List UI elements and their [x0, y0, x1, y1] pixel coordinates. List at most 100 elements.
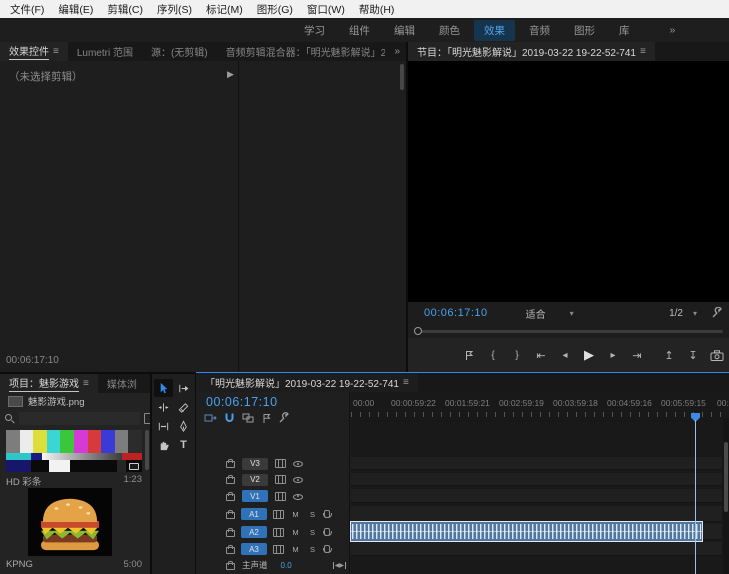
project-scrollbar[interactable]: [145, 430, 149, 470]
go-to-in-button[interactable]: ⇤: [533, 349, 549, 362]
project-item-burger-thumbnail[interactable]: [28, 488, 112, 556]
toggle-track-output-eye-icon[interactable]: [293, 475, 303, 484]
slip-tool[interactable]: [154, 417, 173, 435]
workspace-tab-audio[interactable]: 音频: [519, 20, 560, 41]
mute-track-button[interactable]: M: [290, 528, 301, 537]
mute-track-button[interactable]: M: [290, 510, 301, 519]
extract-button[interactable]: ↧: [685, 349, 701, 362]
menu-edit[interactable]: 编辑(E): [51, 1, 100, 18]
track-lock-icon[interactable]: [226, 563, 235, 570]
scrubber-track[interactable]: [414, 330, 723, 333]
track-select-forward-tool[interactable]: [174, 379, 193, 397]
effect-controls-timecode[interactable]: 00:06:17:10: [6, 355, 59, 366]
workspace-tab-color[interactable]: 颜色: [429, 20, 470, 41]
ripple-edit-tool[interactable]: [154, 398, 173, 416]
workspace-overflow-icon[interactable]: »: [660, 21, 686, 39]
menu-window[interactable]: 窗口(W): [300, 1, 352, 18]
step-forward-button[interactable]: ▸: [605, 350, 621, 361]
effect-controls-scrollbar[interactable]: [400, 64, 404, 90]
track-lock-icon[interactable]: [226, 461, 235, 468]
tabbar-overflow-icon[interactable]: »: [146, 374, 150, 393]
toggle-track-output-eye-icon[interactable]: [293, 492, 303, 501]
selection-tool[interactable]: [154, 379, 173, 397]
linked-selection-icon[interactable]: [242, 412, 255, 424]
tab-program-monitor[interactable]: 节目：「明光魅影解说」2019-03-22 19-22-52-741 ≡: [408, 42, 655, 61]
panel-menu-icon[interactable]: ≡: [83, 378, 89, 389]
menu-file[interactable]: 文件(F): [3, 1, 51, 18]
program-scrubber[interactable]: [408, 324, 729, 338]
tab-lumetri-scopes[interactable]: Lumetri 范围: [68, 42, 142, 61]
hand-tool[interactable]: [154, 436, 173, 454]
lift-button[interactable]: ↥: [661, 349, 677, 362]
timeline-settings-wrench-icon[interactable]: [278, 412, 290, 424]
item-label[interactable]: KPNG: [6, 559, 33, 570]
tab-timeline-sequence[interactable]: 「明光魅影解说」2019-03-22 19-22-52-741 ≡: [196, 373, 418, 392]
mute-track-button[interactable]: M: [290, 545, 301, 554]
step-back-button[interactable]: ◂: [557, 350, 573, 361]
play-effect-icon[interactable]: ▶: [227, 69, 234, 80]
sync-lock-icon[interactable]: [273, 528, 284, 537]
add-marker-icon[interactable]: [262, 413, 271, 424]
panel-menu-icon[interactable]: ≡: [403, 377, 409, 388]
sync-lock-icon[interactable]: [275, 492, 286, 501]
project-search-input[interactable]: [19, 412, 140, 425]
lane-a1[interactable]: [351, 506, 722, 522]
track-lock-icon[interactable]: [226, 494, 235, 501]
scrubber-playhead-knob[interactable]: [414, 327, 422, 335]
playhead-line[interactable]: [695, 420, 696, 574]
pen-tool[interactable]: [174, 417, 193, 435]
track-target-v1[interactable]: V1: [242, 490, 268, 502]
timeline-timecode[interactable]: 00:06:17:10: [206, 395, 278, 409]
project-file-name[interactable]: 魅影游戏.png: [28, 394, 85, 408]
filter-bin-icon[interactable]: [144, 413, 150, 424]
lane-v2[interactable]: [351, 473, 722, 486]
tab-project[interactable]: 项目：魅影游戏 ≡: [0, 374, 98, 393]
tab-media-browser[interactable]: 媒体浏: [98, 374, 146, 393]
playback-resolution-dropdown[interactable]: 1/2: [669, 308, 683, 319]
project-file-row[interactable]: 魅影游戏.png: [0, 393, 150, 409]
lane-v3[interactable]: [351, 457, 722, 470]
workspace-tab-effects[interactable]: 效果: [474, 20, 515, 41]
razor-tool[interactable]: [174, 398, 193, 416]
mark-out-button[interactable]: }: [509, 350, 525, 361]
project-item-colorbars-thumbnail[interactable]: [6, 430, 142, 472]
sync-lock-icon[interactable]: [273, 545, 284, 554]
track-target-a3[interactable]: A3: [241, 543, 267, 555]
solo-track-button[interactable]: S: [307, 528, 318, 537]
voiceover-record-mic-icon[interactable]: [324, 510, 330, 518]
snap-magnet-icon[interactable]: [224, 412, 235, 424]
track-target-v2[interactable]: V2: [242, 474, 268, 486]
track-lock-icon[interactable]: [226, 547, 235, 554]
track-lock-icon[interactable]: [226, 477, 235, 484]
tab-source-monitor[interactable]: 源：(无剪辑): [142, 42, 217, 61]
lane-v1[interactable]: [351, 489, 722, 503]
workspace-tab-editing[interactable]: 编辑: [384, 20, 425, 41]
workspace-tab-libraries[interactable]: 库: [609, 20, 640, 41]
menu-help[interactable]: 帮助(H): [352, 1, 402, 18]
workspace-tab-graphics[interactable]: 图形: [564, 20, 605, 41]
item-label[interactable]: HD 彩条: [6, 474, 41, 488]
voiceover-record-mic-icon[interactable]: [324, 528, 330, 536]
track-target-a1[interactable]: A1: [241, 508, 267, 520]
menu-markers[interactable]: 标记(M): [199, 1, 250, 18]
insert-nested-sequence-icon[interactable]: [204, 412, 217, 424]
track-target-v3[interactable]: V3: [242, 458, 268, 470]
mark-in-button[interactable]: {: [485, 350, 501, 361]
workspace-tab-assembly[interactable]: 组件: [339, 20, 380, 41]
track-target-a2[interactable]: A2: [241, 526, 267, 538]
export-frame-camera-icon[interactable]: [709, 350, 725, 361]
go-to-out-button[interactable]: ⇥: [629, 349, 645, 362]
solo-track-button[interactable]: S: [307, 510, 318, 519]
timeline-scrollbar-thumb[interactable]: [724, 442, 728, 512]
timeline-ruler[interactable]: 00:00 00:00:59:22 00:01:59:21 00:02:59:1…: [351, 396, 729, 418]
workspace-tab-learning[interactable]: 学习: [294, 20, 335, 41]
toggle-track-output-eye-icon[interactable]: [293, 459, 303, 468]
lane-a3[interactable]: [351, 542, 722, 556]
sync-lock-icon[interactable]: [275, 459, 286, 468]
track-lock-icon[interactable]: [226, 530, 235, 537]
resolution-chevron-icon[interactable]: ▾: [693, 309, 697, 318]
sync-lock-icon[interactable]: [275, 475, 286, 484]
tabbar-overflow-icon[interactable]: »: [388, 42, 406, 61]
add-marker-icon[interactable]: [461, 350, 477, 361]
play-button[interactable]: ▶: [581, 347, 597, 363]
